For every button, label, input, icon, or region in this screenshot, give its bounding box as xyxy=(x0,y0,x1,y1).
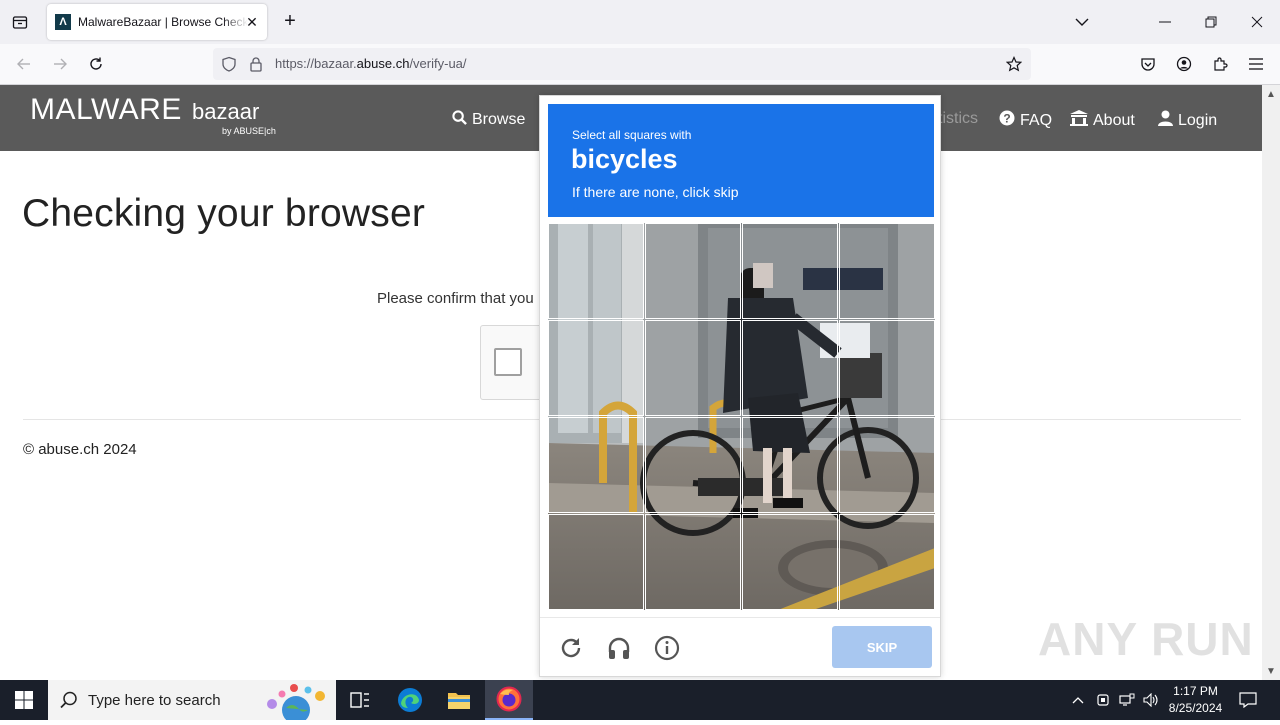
tab-title: MalwareBazaar | Browse Checking xyxy=(78,15,248,29)
captcha-tile[interactable] xyxy=(839,223,935,319)
windows-start-icon[interactable] xyxy=(0,680,48,720)
forward-icon[interactable] xyxy=(48,52,72,76)
captcha-tile[interactable] xyxy=(645,514,741,610)
logo-main-text: MALWARE xyxy=(30,93,182,126)
captcha-tile[interactable] xyxy=(839,514,935,610)
edge-icon[interactable] xyxy=(386,680,434,720)
captcha-tile[interactable] xyxy=(548,514,644,610)
refresh-icon[interactable] xyxy=(556,633,586,663)
nav-about-label: About xyxy=(1093,111,1135,129)
nav-browse[interactable]: Browse xyxy=(452,110,525,130)
logo-by-text: by ABUSE|ch xyxy=(222,126,276,136)
taskbar: Type here to search 1:17 PM 8/25/2024 xyxy=(0,680,1280,724)
page-scrollbar[interactable]: ▲ ▼ xyxy=(1262,85,1280,680)
task-view-icon[interactable] xyxy=(336,680,384,720)
url-text: https://bazaar.abuse.ch/verify-ua/ xyxy=(275,56,467,71)
shield-icon[interactable] xyxy=(221,56,237,77)
prompt-hint: If there are none, click skip xyxy=(572,184,739,200)
confirm-text: Please confirm that you xyxy=(377,290,534,307)
captcha-tile[interactable] xyxy=(548,223,644,319)
tray-chevron-up-icon[interactable] xyxy=(1068,680,1088,720)
scroll-down-icon[interactable]: ▼ xyxy=(1263,663,1279,679)
taskbar-search-box[interactable]: Type here to search xyxy=(48,680,336,724)
info-icon[interactable] xyxy=(652,633,682,663)
svg-text:?: ? xyxy=(1003,112,1010,126)
list-all-tabs-icon[interactable] xyxy=(1062,8,1102,36)
scroll-up-icon[interactable]: ▲ xyxy=(1263,86,1279,102)
user-icon xyxy=(1158,110,1173,131)
captcha-tile[interactable] xyxy=(742,514,838,610)
nav-faq-label: FAQ xyxy=(1020,111,1053,129)
notifications-icon[interactable] xyxy=(1236,680,1260,720)
captcha-tile[interactable] xyxy=(548,320,644,416)
lock-icon[interactable] xyxy=(248,56,264,77)
back-icon[interactable] xyxy=(12,52,36,76)
minimize-button[interactable] xyxy=(1145,8,1185,36)
headphones-icon[interactable] xyxy=(604,633,634,663)
nav-about[interactable]: About xyxy=(1070,110,1135,131)
nav-browse-label: Browse xyxy=(472,111,526,128)
question-circle-icon: ? xyxy=(999,110,1015,131)
anyrun-watermark: ANY RUN xyxy=(1038,613,1254,665)
skip-button[interactable]: SKIP xyxy=(832,626,932,668)
captcha-tile[interactable] xyxy=(839,417,935,513)
nav-faq[interactable]: ? FAQ xyxy=(999,110,1052,131)
page-title: Checking your browser xyxy=(22,192,426,235)
captcha-challenge: Select all squares with bicycles If ther… xyxy=(539,95,941,677)
site-favicon-icon: Λ xyxy=(55,14,71,30)
nav-login[interactable]: Login xyxy=(1158,110,1217,131)
tray-device-icon[interactable] xyxy=(1094,680,1112,720)
clock-time: 1:17 PM xyxy=(1173,684,1218,698)
reload-icon[interactable] xyxy=(84,52,108,76)
close-tab-icon[interactable]: ✕ xyxy=(243,13,261,31)
captcha-tile[interactable] xyxy=(645,223,741,319)
browser-tab-bar: Λ MalwareBazaar | Browse Checking ✕ + xyxy=(0,0,1280,44)
logo-sub-text: bazaar xyxy=(192,99,260,124)
prompt-target: bicycles xyxy=(571,144,678,174)
file-explorer-icon[interactable] xyxy=(435,680,483,720)
account-icon[interactable] xyxy=(1172,52,1196,76)
captcha-tile[interactable] xyxy=(839,320,935,416)
pocket-icon[interactable] xyxy=(1136,52,1160,76)
search-highlight-icon xyxy=(260,682,332,725)
network-icon[interactable] xyxy=(1117,680,1137,720)
captcha-image-grid xyxy=(548,223,935,610)
captcha-tile[interactable] xyxy=(645,417,741,513)
captcha-tile[interactable] xyxy=(645,320,741,416)
restore-button[interactable] xyxy=(1191,8,1231,36)
volume-icon[interactable] xyxy=(1141,680,1161,720)
firefox-icon[interactable] xyxy=(485,680,533,720)
address-bar[interactable]: https://bazaar.abuse.ch/verify-ua/ xyxy=(213,48,1031,80)
footer-copyright: © abuse.ch 2024 xyxy=(23,441,137,458)
taskbar-clock[interactable]: 1:17 PM 8/25/2024 xyxy=(1163,683,1228,717)
menu-icon[interactable] xyxy=(1244,52,1268,76)
nav-login-label: Login xyxy=(1178,111,1218,129)
captcha-prompt: Select all squares with bicycles If ther… xyxy=(548,104,934,217)
captcha-tile[interactable] xyxy=(742,320,838,416)
captcha-tile[interactable] xyxy=(548,417,644,513)
captcha-tile[interactable] xyxy=(742,417,838,513)
building-icon xyxy=(1070,110,1088,131)
close-window-button[interactable] xyxy=(1237,8,1277,36)
search-icon xyxy=(60,691,78,714)
new-tab-button[interactable]: + xyxy=(280,11,300,33)
hcaptcha-checkbox[interactable] xyxy=(494,348,522,376)
tab-malwarebazaar[interactable]: Λ MalwareBazaar | Browse Checking ✕ xyxy=(47,4,267,40)
taskbar-search-placeholder: Type here to search xyxy=(88,692,221,709)
bookmark-star-icon[interactable] xyxy=(1005,56,1023,77)
captcha-tile[interactable] xyxy=(742,223,838,319)
browser-nav-bar: https://bazaar.abuse.ch/verify-ua/ xyxy=(0,44,1280,85)
search-icon xyxy=(452,110,467,130)
prompt-instruction: Select all squares with xyxy=(572,128,692,142)
captcha-footer-divider xyxy=(540,617,940,618)
tab-list-icon[interactable] xyxy=(8,10,32,34)
extensions-icon[interactable] xyxy=(1208,52,1232,76)
clock-date: 8/25/2024 xyxy=(1168,701,1223,715)
